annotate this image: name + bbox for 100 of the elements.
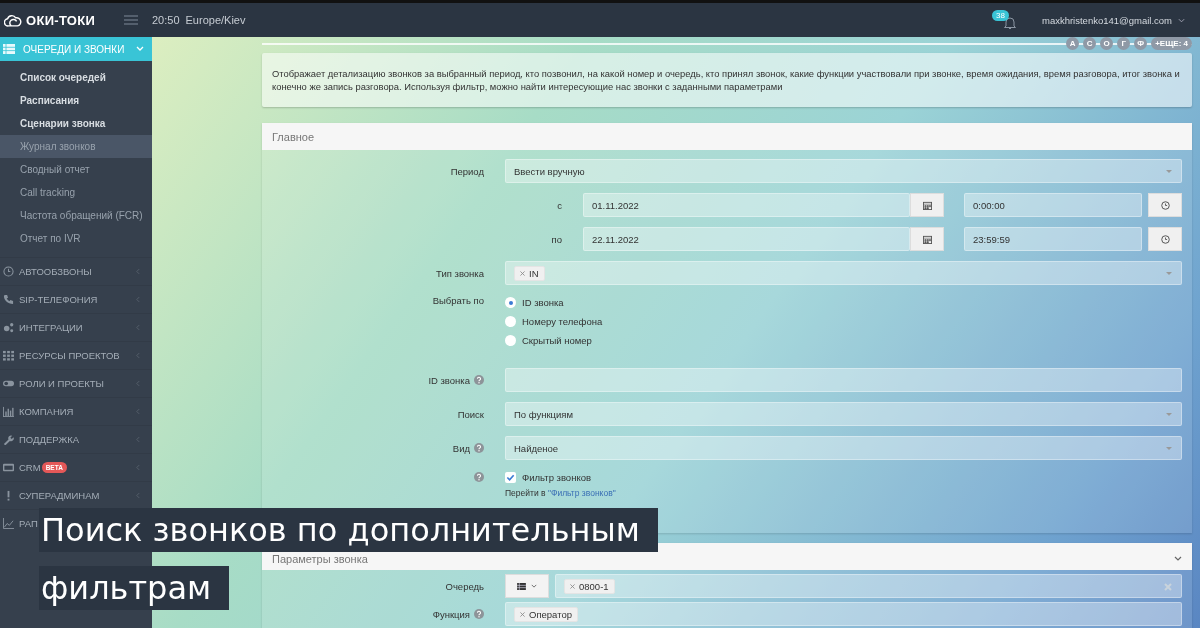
bell-icon[interactable]	[1003, 16, 1016, 30]
clock-icon	[1160, 200, 1170, 210]
clock-time: 20:50	[152, 14, 180, 26]
sidebar-section[interactable]: SIP-ТЕЛЕФОНИЯ	[19, 294, 98, 305]
dropdown-caret-icon	[1166, 413, 1172, 416]
clock-icon	[3, 266, 14, 277]
bar-chart-icon	[3, 406, 14, 417]
field-label: Вид	[452, 442, 470, 454]
list-icon	[517, 582, 526, 590]
field-label: Период	[450, 165, 484, 177]
call-type-select[interactable]: IN	[505, 261, 1182, 285]
calendar-icon	[922, 200, 932, 210]
clock-button[interactable]	[1148, 227, 1182, 251]
sidebar-section[interactable]: РАП	[19, 518, 38, 529]
period-select[interactable]: Ввести вручную	[505, 159, 1182, 183]
sidebar-item[interactable]: Расписания	[0, 89, 152, 112]
hint-text: Перейти в "Фильтр звонков"	[505, 488, 617, 498]
notification-count: 38	[991, 10, 1009, 21]
sidebar-section[interactable]: РЕСУРСЫ ПРОЕКТОВ	[19, 350, 120, 361]
field-label: ID звонка	[428, 374, 470, 386]
clock-icon	[1160, 234, 1170, 244]
call-id-field[interactable]	[505, 368, 1182, 392]
logo-text: ОКИ-ТОКИ	[26, 12, 96, 28]
help-icon[interactable]	[474, 375, 484, 385]
dropdown-caret-icon	[1166, 170, 1172, 173]
sidebar-item[interactable]: Частота обращений (FCR)	[0, 204, 152, 227]
filter-link[interactable]: "Фильтр звонков"	[547, 488, 616, 498]
field-label: Выбрать по	[432, 295, 484, 306]
toggle-icon	[3, 378, 14, 389]
calendar-button[interactable]	[910, 193, 944, 217]
selected-tag[interactable]: IN	[514, 265, 545, 281]
help-icon[interactable]	[474, 443, 484, 453]
sidebar-section[interactable]: CRM	[19, 462, 41, 473]
panel-title: Параметры звонка	[272, 552, 368, 565]
sidebar-item[interactable]: Журнал звонков	[0, 135, 152, 158]
user-initial[interactable]: С	[1083, 37, 1097, 50]
chevron-icon[interactable]	[1174, 555, 1182, 562]
grid-icon	[3, 350, 14, 361]
radio-label[interactable]: Скрытый номер	[522, 335, 592, 346]
dropdown-caret-icon	[1166, 447, 1172, 450]
radio-button[interactable]	[505, 316, 516, 327]
function-select[interactable]: Оператор	[505, 602, 1182, 626]
caption-text: фильтрам	[39, 566, 230, 610]
selected-tag[interactable]: Оператор	[514, 606, 578, 622]
phone-icon	[3, 294, 14, 305]
remove-icon[interactable]	[520, 270, 525, 276]
time-field[interactable]: 0:00:00	[964, 193, 1142, 217]
remove-icon[interactable]	[520, 611, 525, 617]
sidebar-section[interactable]: РОЛИ И ПРОЕКТЫ	[19, 378, 104, 389]
user-menu[interactable]: maxkhristenko141@gmail.com	[1041, 14, 1172, 26]
date-field[interactable]: 01.11.2022	[583, 193, 910, 217]
help-icon[interactable]	[474, 472, 484, 482]
checkbox[interactable]	[505, 472, 516, 483]
sidebar-section[interactable]: КОМПАНИЯ	[19, 406, 74, 417]
checkbox-label[interactable]: Фильтр звонков	[522, 472, 591, 483]
calendar-icon	[922, 234, 932, 244]
clock-button[interactable]	[1148, 193, 1182, 217]
radio-button[interactable]	[505, 335, 516, 346]
more-users[interactable]: +ЕЩЕ: 4	[1151, 37, 1192, 50]
radio-label[interactable]: ID звонка	[522, 297, 564, 308]
time-field[interactable]: 23:59:59	[964, 227, 1142, 251]
search-select[interactable]: По функциям	[505, 402, 1182, 426]
field-label: по	[551, 233, 562, 245]
date-field[interactable]: 22.11.2022	[583, 227, 910, 251]
help-icon[interactable]	[474, 609, 484, 619]
selected-tag[interactable]: 0800-1	[564, 578, 615, 594]
list-icon	[3, 44, 15, 54]
user-initial[interactable]: О	[1100, 37, 1114, 50]
field-label: Очередь	[445, 580, 484, 592]
dropdown-caret-icon	[1166, 272, 1172, 275]
calendar-button[interactable]	[910, 227, 944, 251]
sidebar-section[interactable]: СУПЕРАДМИНАМ	[19, 490, 100, 501]
sidebar-item[interactable]: Отчет по IVR	[0, 227, 152, 250]
timezone: Europe/Kiev	[185, 14, 246, 26]
sidebar-section[interactable]: ИНТЕГРАЦИИ	[19, 322, 83, 333]
user-initial[interactable]: Г	[1117, 37, 1131, 50]
view-select[interactable]: Найденое	[505, 436, 1182, 460]
wrench-icon	[3, 434, 14, 445]
sidebar-item[interactable]: Call tracking	[0, 181, 152, 204]
sidebar-section[interactable]: ПОДДЕРЖКА	[19, 434, 80, 445]
sidebar-item[interactable]: Сводный отчет	[0, 158, 152, 181]
caption-text: Поиск звонков по дополнительным	[39, 508, 658, 552]
sidebar-item[interactable]: Список очередей	[0, 66, 152, 89]
caret-icon	[531, 584, 537, 588]
field-label: Функция	[432, 608, 470, 620]
radio-button[interactable]	[505, 297, 516, 308]
list-dropdown-button[interactable]	[505, 574, 549, 598]
user-initial[interactable]: А	[1066, 37, 1080, 50]
sidebar-section[interactable]: АВТООБЗВОНЫ	[19, 266, 92, 277]
caret-icon	[1178, 17, 1185, 23]
radio-label[interactable]: Номеру телефона	[522, 316, 603, 327]
field-label: Поиск	[457, 408, 484, 420]
field-label: с	[557, 199, 562, 211]
sidebar-item[interactable]: Сценарии звонка	[0, 112, 152, 135]
field-label: Тип звонка	[436, 267, 484, 279]
card-icon	[3, 462, 14, 473]
menu-icon[interactable]	[124, 15, 138, 25]
user-initial[interactable]: Ф	[1134, 37, 1148, 50]
remove-icon[interactable]	[570, 583, 575, 589]
queue-select[interactable]: 0800-1	[555, 574, 1182, 598]
